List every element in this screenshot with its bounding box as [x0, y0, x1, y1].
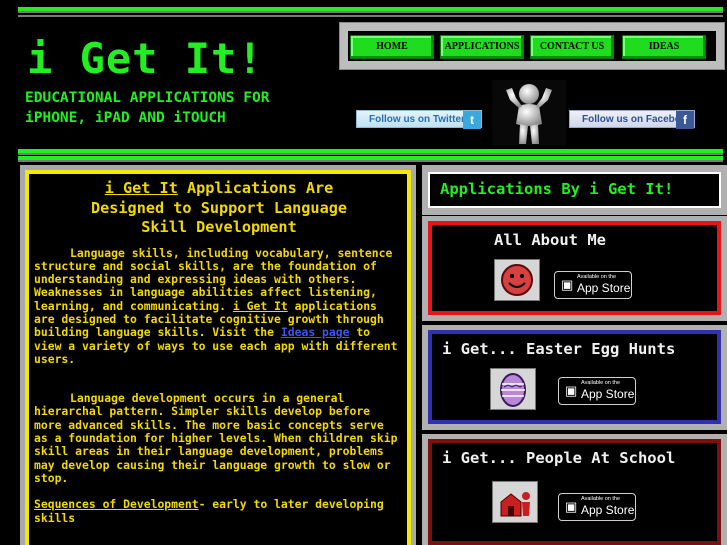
app-card-bg: i Get... Easter Egg Hunts ▣ Available on… [432, 334, 717, 420]
site-subtitle: EDUCATIONAL APPLICATIONS FOR iPHONE, iPA… [25, 88, 269, 128]
app-card-border: i Get... People At School ▣ Available on… [428, 439, 721, 545]
app-store-badge-3[interactable]: ▣ Available on the App Store [558, 493, 636, 521]
ideas-page-link[interactable]: Ideas page [281, 325, 350, 339]
app-card-bg: All About Me ▣ Available on the App Stor… [432, 225, 717, 311]
paragraph-3: Sequences of Development- early to later… [34, 498, 404, 525]
facebook-follow-button[interactable]: Follow us on Facebook f [569, 110, 695, 129]
app-card-people-at-school[interactable]: i Get... People At School ▣ Available on… [422, 434, 727, 545]
sidebar-header-frame: Applications By i Get It! [422, 165, 727, 215]
app-card-bg: i Get... People At School ▣ Available on… [432, 443, 717, 541]
p1-brand: i Get It [232, 298, 288, 313]
subtitle-line-1: EDUCATIONAL APPLICATIONS FOR [25, 90, 270, 106]
app-title-easter-egg: i Get... Easter Egg Hunts [442, 340, 676, 358]
nav-contact-us[interactable]: CONTACT US [530, 35, 614, 59]
app-card-all-about-me[interactable]: All About Me ▣ Available on the App Stor… [422, 216, 727, 321]
appstore-small-text: Available on the [581, 496, 621, 502]
app-card-border: All About Me ▣ Available on the App Stor… [428, 221, 721, 315]
sidebar-header: Applications By i Get It! [440, 180, 674, 198]
app-store-badge-2[interactable]: ▣ Available on the App Store [558, 377, 636, 405]
app-card-easter-egg[interactable]: i Get... Easter Egg Hunts ▣ Available on… [422, 325, 727, 430]
app-title-people-at-school: i Get... People At School [442, 449, 676, 467]
app-store-badge-1[interactable]: ▣ Available on the App Store [554, 271, 632, 299]
apple-icon: ▣ [565, 499, 578, 514]
easter-egg-icon[interactable] [490, 368, 536, 410]
school-icon[interactable] [492, 481, 538, 523]
appstore-small-text: Available on the [577, 274, 617, 280]
sidebar-header-box: Applications By i Get It! [428, 172, 721, 208]
appstore-small-text: Available on the [581, 380, 621, 386]
heading-line1-rest: Applications Are [177, 179, 334, 197]
subtitle-line-2: iPHONE, iPAD AND iTOUCH [25, 110, 226, 126]
header-divider [18, 149, 723, 155]
apple-icon: ▣ [561, 277, 574, 292]
apple-icon: ▣ [565, 383, 578, 398]
nav-applications[interactable]: APPLICATIONS [440, 35, 524, 59]
paragraph-1: Language skills, including vocabulary, s… [34, 246, 404, 367]
thumbs-up-figure-icon [492, 80, 566, 146]
twitter-follow-label: Follow us on Twitter [369, 114, 465, 125]
nav-home[interactable]: HOME [350, 35, 434, 59]
facebook-icon: f [676, 111, 694, 129]
main-heading: i Get It Applications Are Designed to Su… [34, 179, 404, 238]
site-title: i Get It! [27, 34, 264, 83]
app-title-all-about-me: All About Me [494, 231, 606, 249]
appstore-big-text: App Store [581, 387, 635, 401]
nav-bar: HOME APPLICATIONS CONTACT US IDEAS [339, 22, 725, 70]
top-divider-thin [18, 15, 723, 17]
appstore-big-text: App Store [581, 503, 635, 517]
app-card-border: i Get... Easter Egg Hunts ▣ Available on… [428, 330, 721, 424]
twitter-follow-button[interactable]: Follow us on Twitter t [356, 110, 482, 129]
appstore-big-text: App Store [577, 281, 631, 295]
heading-brand: i Get It [104, 179, 178, 197]
paragraph-2: Language development occurs in a general… [34, 392, 404, 485]
header-divider-2 [18, 156, 723, 162]
main-content-frame: i Get It Applications Are Designed to Su… [20, 165, 416, 545]
heading-line3: Skill Development [141, 218, 297, 236]
top-divider [18, 7, 723, 13]
nav-inner: HOME APPLICATIONS CONTACT US IDEAS [348, 31, 716, 61]
sequences-link[interactable]: Sequences of Development [34, 497, 199, 511]
heading-line2: Designed to Support Language [90, 198, 348, 217]
p2-text: Language development occurs in a general… [34, 391, 398, 485]
nav-ideas[interactable]: IDEAS [622, 35, 706, 59]
smiley-face-icon[interactable] [494, 259, 540, 301]
twitter-icon: t [463, 111, 481, 129]
main-content: i Get It Applications Are Designed to Su… [34, 179, 404, 538]
